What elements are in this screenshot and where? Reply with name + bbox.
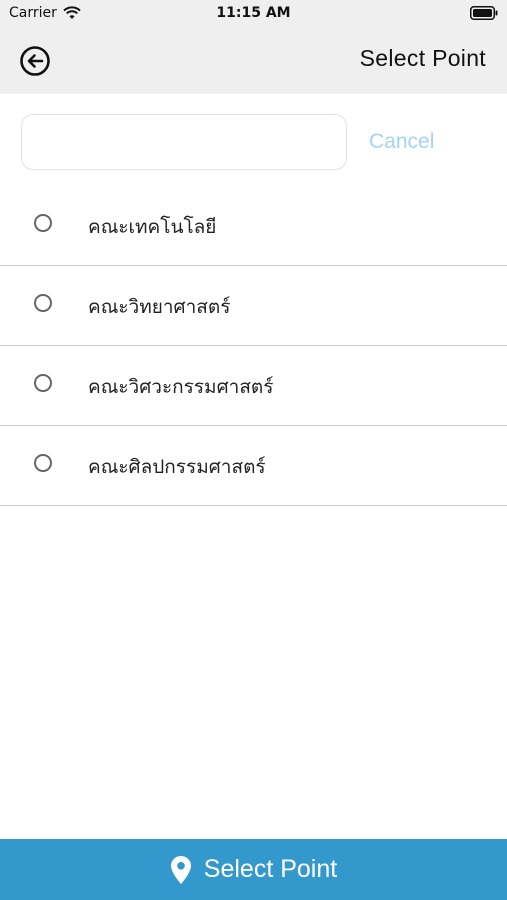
list-item-label: คณะวิศวะกรรมศาสตร์ (88, 376, 274, 398)
list-item-label: คณะวิทยาศาสตร์ (88, 296, 231, 318)
radio-button[interactable] (34, 214, 52, 232)
radio-button[interactable] (34, 454, 52, 472)
battery-icon (470, 6, 498, 20)
screen: Carrier 11:15 AM Select Point Cancel คณะ… (0, 0, 507, 900)
back-button[interactable] (18, 44, 52, 78)
page-title: Select Point (359, 45, 486, 71)
search-input[interactable] (21, 114, 347, 170)
radio-button[interactable] (34, 374, 52, 392)
status-time: 11:15 AM (216, 5, 291, 21)
search-row: Cancel (0, 94, 507, 194)
map-pin-icon (170, 855, 191, 884)
list-item[interactable]: คณะวิศวะกรรมศาสตร์ (0, 346, 507, 426)
list-item[interactable]: คณะศิลปกรรมศาสตร์ (0, 426, 507, 506)
list-item[interactable]: คณะวิทยาศาสตร์ (0, 266, 507, 346)
nav-bar: Select Point (0, 28, 507, 94)
cancel-button[interactable]: Cancel (369, 130, 434, 154)
list-item-label: คณะศิลปกรรมศาสตร์ (88, 456, 266, 478)
radio-button[interactable] (34, 294, 52, 312)
list-item-label: คณะเทคโนโลยี (88, 216, 217, 238)
point-list: คณะเทคโนโลยี คณะวิทยาศาสตร์ คณะวิศวะกรรม… (0, 186, 507, 506)
list-item[interactable]: คณะเทคโนโลยี (0, 186, 507, 266)
status-bar: Carrier 11:15 AM (0, 0, 507, 28)
select-point-button[interactable]: Select Point (0, 839, 507, 900)
select-point-label: Select Point (203, 855, 338, 883)
